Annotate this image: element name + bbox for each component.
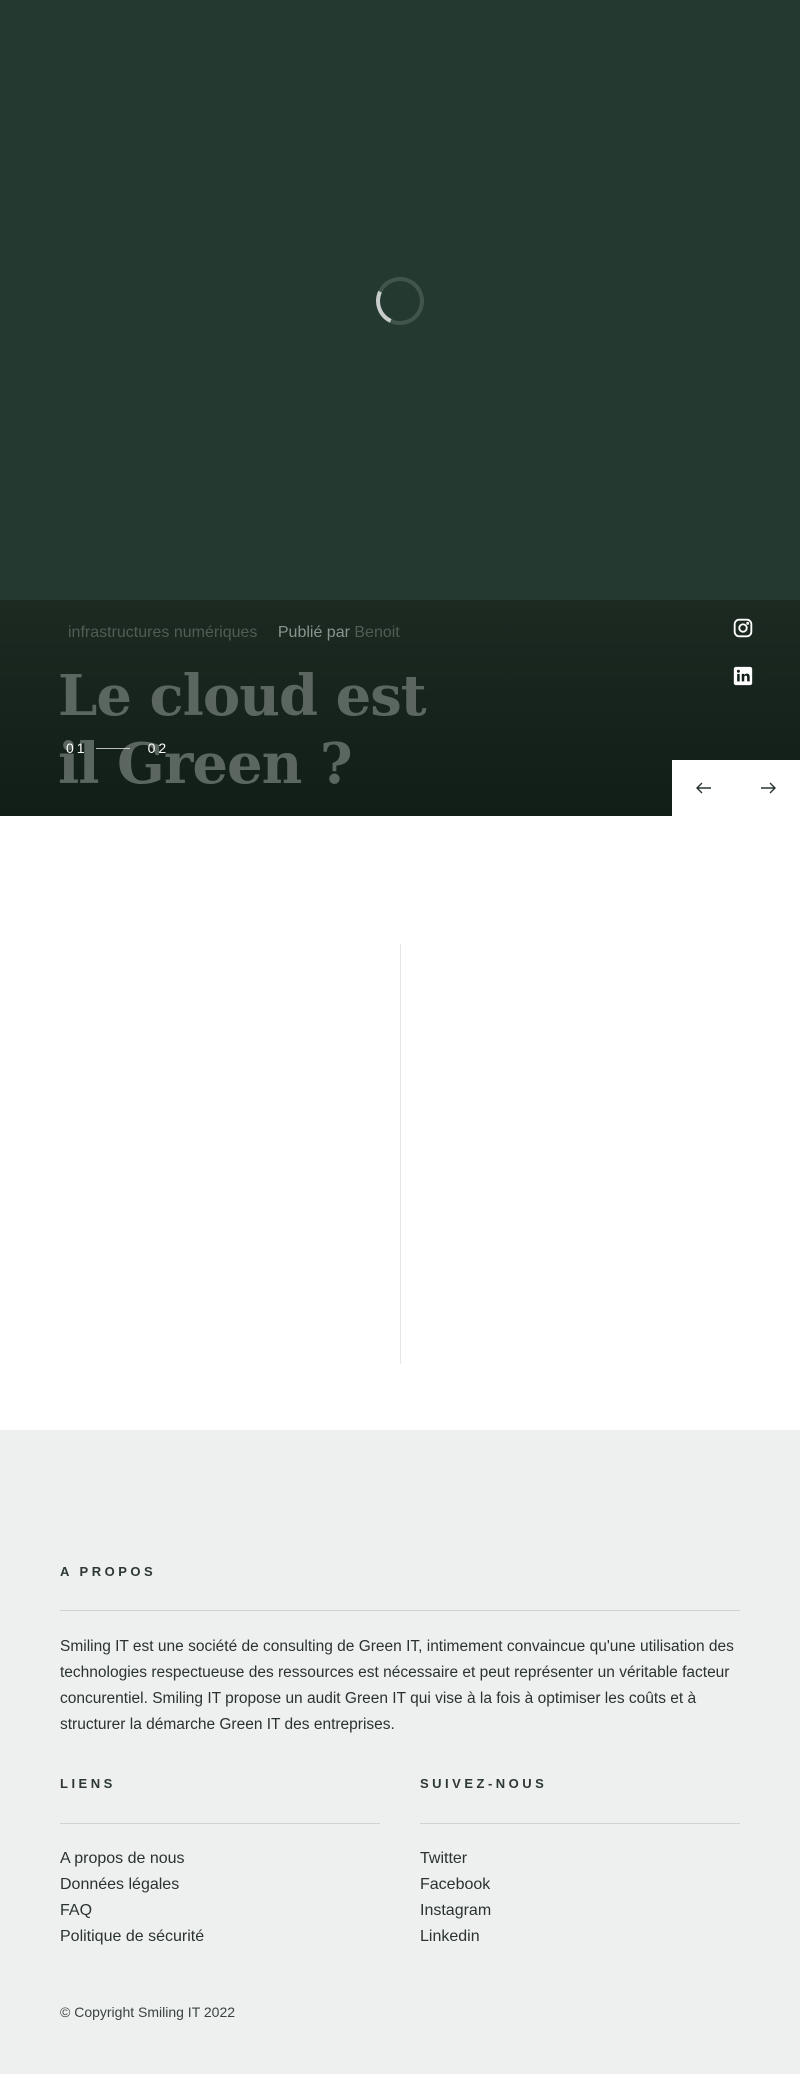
main-content <box>0 816 800 1430</box>
link-security-policy[interactable]: Politique de sécurité <box>60 1928 204 1945</box>
link-legal[interactable]: Données légales <box>60 1876 179 1893</box>
arrow-left-icon <box>696 782 711 794</box>
loading-spinner-icon <box>369 270 431 332</box>
arrow-right-icon <box>761 782 776 794</box>
about-text: Smiling IT est une société de consulting… <box>60 1638 734 1733</box>
post-slider: infrastructures numériques Publié par Be… <box>0 600 800 816</box>
slide-counter: 01 02 <box>66 738 169 758</box>
slide-counter-current: 01 <box>66 740 88 756</box>
list-item: Linkedin <box>420 1924 491 1950</box>
list-item: Twitter <box>420 1846 491 1872</box>
link-linkedin[interactable]: Linkedin <box>420 1928 480 1945</box>
about-divider <box>60 1610 740 1611</box>
hero-image <box>0 0 800 600</box>
link-about-us[interactable]: A propos de nous <box>60 1850 185 1867</box>
follow-list: Twitter Facebook Instagram Linkedin <box>420 1846 491 1950</box>
slide-counter-next[interactable]: 02 <box>148 740 170 756</box>
published-label: Publié par <box>277 624 350 641</box>
list-item: Instagram <box>420 1898 491 1924</box>
link-faq[interactable]: FAQ <box>60 1902 92 1919</box>
instagram-icon[interactable] <box>733 618 753 638</box>
slide-counter-line <box>95 747 130 749</box>
links-divider <box>60 1823 380 1824</box>
post-category-link[interactable]: infrastructures numériques <box>68 624 257 641</box>
link-instagram[interactable]: Instagram <box>420 1902 491 1919</box>
links-list: A propos de nous Données légales FAQ Pol… <box>60 1846 204 1950</box>
follow-divider <box>420 1823 740 1824</box>
links-heading: LIENS <box>60 1776 116 1791</box>
linkedin-icon[interactable] <box>733 666 753 686</box>
slider-navigation <box>672 760 800 816</box>
post-title[interactable]: Le cloud est il Green ? <box>58 662 458 798</box>
list-item: A propos de nous <box>60 1846 204 1872</box>
list-item: Facebook <box>420 1872 491 1898</box>
post-meta: infrastructures numériques Publié par Be… <box>68 624 400 642</box>
link-facebook[interactable]: Facebook <box>420 1876 490 1893</box>
link-twitter[interactable]: Twitter <box>420 1850 467 1867</box>
list-item: Politique de sécurité <box>60 1924 204 1950</box>
site-footer: A PROPOS Smiling IT est une société de c… <box>0 1430 800 2074</box>
list-item: FAQ <box>60 1898 204 1924</box>
prev-arrow-button[interactable] <box>672 760 736 816</box>
column-divider <box>400 944 401 1364</box>
post-author-link[interactable]: Benoit <box>354 624 399 641</box>
follow-heading: SUIVEZ-NOUS <box>420 1776 548 1791</box>
about-heading: A PROPOS <box>60 1564 157 1579</box>
list-item: Données légales <box>60 1872 204 1898</box>
copyright-text: © Copyright Smiling IT 2022 <box>60 2004 236 2020</box>
next-arrow-button[interactable] <box>736 760 800 816</box>
